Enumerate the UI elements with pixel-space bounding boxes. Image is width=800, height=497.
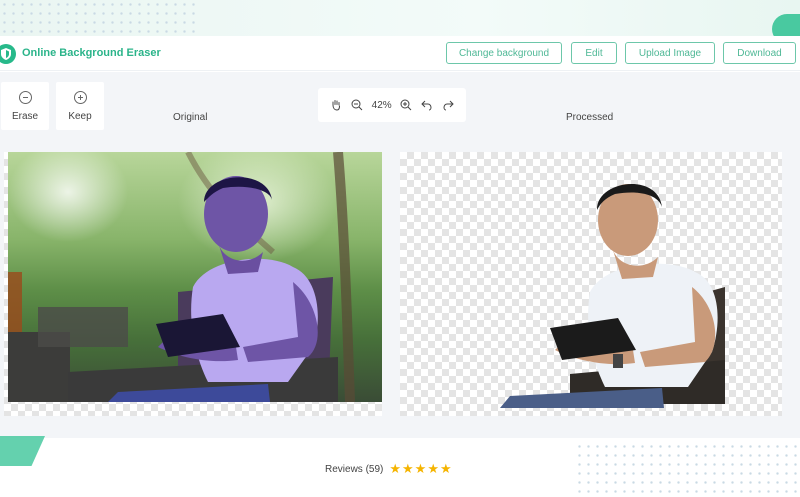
processed-cutout xyxy=(500,183,725,408)
logo-icon xyxy=(0,44,16,64)
editor-workspace: Erase Keep 42% Original Processed xyxy=(0,72,800,438)
star-icon: ★ xyxy=(414,461,428,476)
app-name: Online Background Eraser xyxy=(22,47,161,59)
processed-image-pane[interactable] xyxy=(400,152,782,416)
zoom-in-icon[interactable] xyxy=(400,99,412,111)
redo-icon[interactable] xyxy=(442,99,454,111)
dot-pattern-bottom-right xyxy=(575,442,800,497)
star-icon: ★ xyxy=(427,461,440,476)
dot-pattern-top-left xyxy=(0,0,200,34)
processed-pane-label: Processed xyxy=(566,112,614,123)
undo-icon[interactable] xyxy=(421,99,433,111)
original-photo-illustration xyxy=(8,152,355,403)
star-icon: ★ xyxy=(402,461,415,476)
decor-blob-bottom-left xyxy=(0,436,45,466)
original-image-pane[interactable] xyxy=(4,152,382,416)
upload-image-button[interactable]: Upload Image xyxy=(625,42,715,64)
zoom-out-icon[interactable] xyxy=(351,99,363,111)
reviews-label: Reviews (59) xyxy=(325,463,384,475)
star-icon: ★ xyxy=(439,461,453,476)
minus-circle-icon xyxy=(18,90,32,104)
hand-icon[interactable] xyxy=(330,99,342,111)
star-icon: ★ xyxy=(389,461,403,476)
original-photo xyxy=(8,152,382,403)
edit-button[interactable]: Edit xyxy=(571,42,617,64)
rating-stars: ★★★★★ xyxy=(389,461,452,477)
plus-circle-icon xyxy=(73,90,87,104)
app-header: Online Background Eraser Change backgrou… xyxy=(0,36,800,71)
download-button[interactable]: Download xyxy=(723,42,796,64)
change-background-button[interactable]: Change background xyxy=(446,42,562,64)
keep-tool-button[interactable]: Keep xyxy=(56,82,104,130)
zoom-toolbar: 42% xyxy=(318,88,466,122)
erase-tool-label: Erase xyxy=(11,110,39,122)
erase-tool-button[interactable]: Erase xyxy=(1,82,49,130)
zoom-level: 42% xyxy=(371,99,392,111)
original-pane-label: Original xyxy=(173,112,208,123)
reviews-summary: Reviews (59) ★★★★★ xyxy=(325,461,453,477)
keep-tool-label: Keep xyxy=(68,110,92,122)
